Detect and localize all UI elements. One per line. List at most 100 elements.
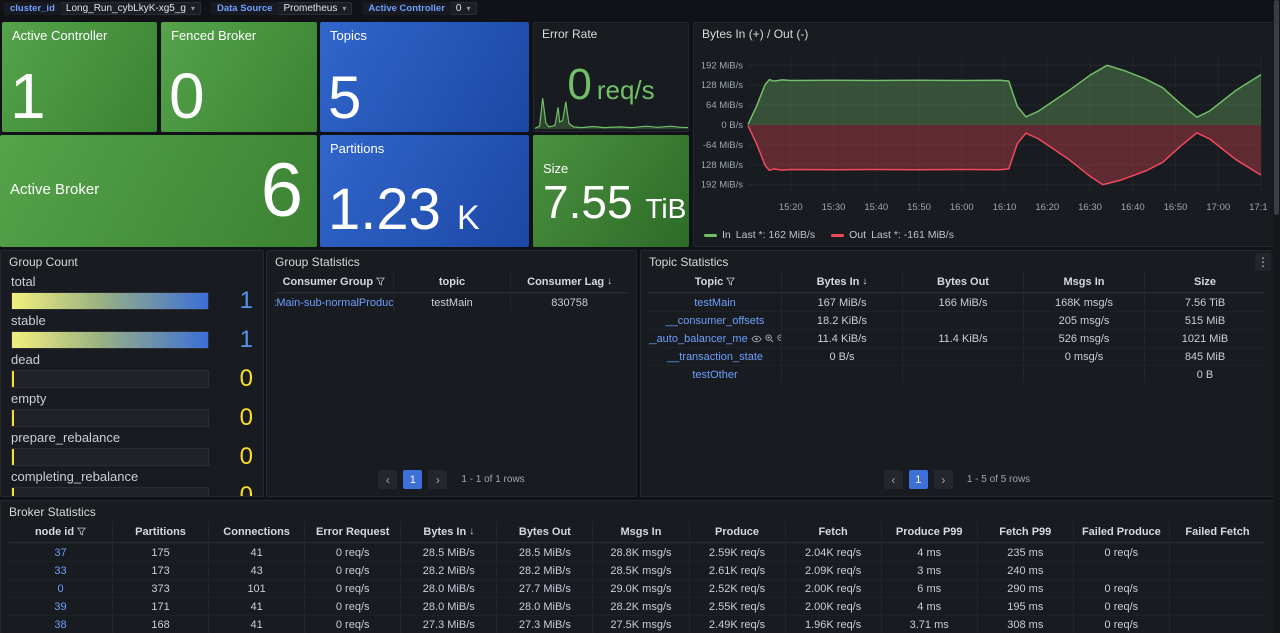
bar-gauge-label: completing_rebalance — [11, 469, 253, 484]
bar-gauge-item: empty0 — [11, 391, 253, 427]
node-id-cell — [1169, 543, 1265, 561]
node-id-cell: 2.00K req/s — [785, 597, 881, 615]
topic-column-header[interactable]: Bytes In↓ — [781, 271, 902, 293]
table-pagination: ‹ 1 › 1 - 5 of 5 rows — [641, 470, 1273, 489]
node-id-link[interactable]: 33 — [9, 561, 112, 579]
node-id-column-header[interactable]: Fetch P99 — [977, 521, 1073, 543]
bar-gauge-value: 1 — [209, 292, 253, 310]
node-id-cell: 27.5K msg/s — [592, 615, 688, 633]
node-id-link[interactable]: 38 — [9, 615, 112, 633]
topic-link[interactable]: testOther — [649, 365, 781, 383]
data-source-dropdown[interactable]: Prometheus ▾ — [278, 2, 352, 15]
topic-column-header[interactable]: Msgs In — [1023, 271, 1144, 293]
topic-link[interactable]: testMain — [649, 293, 781, 311]
node-id-column-header[interactable]: Msgs In — [592, 521, 688, 543]
topic-cell: 845 MiB — [1144, 347, 1265, 365]
bar-gauge-value: 0 — [209, 409, 253, 427]
consumer-group-cell: 830758 — [510, 293, 628, 311]
bar-gauge-fill — [12, 488, 14, 497]
pagination-info: 1 - 5 of 5 rows — [967, 474, 1030, 485]
topic-link[interactable]: __transaction_state — [649, 347, 781, 365]
node-id-column-header[interactable]: node id — [9, 521, 112, 543]
stat-title: Active Broker — [10, 181, 99, 198]
node-id-cell: 1.96K req/s — [785, 615, 881, 633]
consumer-group-column-header[interactable]: topic — [393, 271, 511, 293]
current-page-button[interactable]: 1 — [909, 470, 928, 489]
series-color-swatch — [831, 234, 844, 237]
topic-cell: 18.2 KiB/s — [781, 311, 902, 329]
prev-page-button[interactable]: ‹ — [378, 470, 397, 489]
next-page-button[interactable]: › — [934, 470, 953, 489]
bar-gauge-value: 1 — [209, 331, 253, 349]
node-id-link[interactable]: 39 — [9, 597, 112, 615]
node-id-cell: 171 — [112, 597, 208, 615]
panel-title: Group Statistics — [275, 255, 360, 269]
prev-page-button[interactable]: ‹ — [884, 470, 903, 489]
topic-column-header[interactable]: Topic — [649, 271, 781, 293]
page-scrollbar[interactable] — [1273, 0, 1280, 633]
stat-value: 1.23 K — [328, 181, 480, 239]
topic-column-header[interactable]: Bytes Out — [902, 271, 1023, 293]
timeseries-chart[interactable]: 15:2015:3015:4015:5016:0016:1016:2016:30… — [702, 45, 1267, 223]
topic-link[interactable]: __consumer_offsets — [649, 311, 781, 329]
node-id-cell — [1169, 597, 1265, 615]
node-id-column-header[interactable]: Produce — [689, 521, 785, 543]
current-page-button[interactable]: 1 — [403, 470, 422, 489]
legend-item-in[interactable]: In Last *: 162 MiB/s — [704, 229, 815, 241]
node-id-cell: 173 — [112, 561, 208, 579]
panel-fenced-broker: Fenced Broker 0 — [161, 22, 317, 132]
stat-value: 6 — [261, 153, 303, 229]
bar-gauge-item: stable 1 — [11, 313, 253, 349]
node-id-column-header[interactable]: Failed Produce — [1073, 521, 1169, 543]
node-id-column-header[interactable]: Failed Fetch — [1169, 521, 1265, 543]
node-id-link[interactable]: 0 — [9, 579, 112, 597]
topic-cell — [902, 311, 1023, 329]
panel-group-statistics: Group Statistics Consumer GrouptopicCons… — [266, 250, 637, 497]
node-id-cell: 0 req/s — [304, 579, 400, 597]
svg-text:15:20: 15:20 — [779, 202, 803, 213]
legend-item-out[interactable]: Out Last *: -161 MiB/s — [831, 229, 954, 241]
bar-gauge-track — [11, 370, 209, 388]
table-pagination: ‹1›1 - 1 of 1 rows — [267, 470, 636, 489]
node-id-cell: 2.59K req/s — [689, 543, 785, 561]
panel-bytes-in-out: Bytes In (+) / Out (-) 15:2015:3015:4015… — [693, 22, 1274, 247]
panel-menu-icon[interactable]: ⋮ — [1255, 253, 1271, 271]
node-id-cell: 28.2K msg/s — [592, 597, 688, 615]
node-id-column-header[interactable]: Fetch — [785, 521, 881, 543]
node-id-cell: 41 — [208, 615, 304, 633]
svg-text:16:30: 16:30 — [1078, 202, 1102, 213]
node-id-column-header[interactable]: Error Request — [304, 521, 400, 543]
stat-value: 0req/s — [534, 63, 688, 107]
node-id-cell: 175 — [112, 543, 208, 561]
cluster-id-dropdown[interactable]: Long_Run_cybLkyK-xg5_g ▾ — [61, 2, 201, 15]
bar-gauge-item: prepare_rebalance0 — [11, 430, 253, 466]
topic-column-header[interactable]: Size — [1144, 271, 1265, 293]
topic-cell — [902, 347, 1023, 365]
dashboard-variables-bar: cluster_id Long_Run_cybLkyK-xg5_g ▾ Data… — [0, 0, 1280, 17]
scrollbar-thumb[interactable] — [1274, 0, 1279, 215]
partitions-number: 1.23 — [328, 177, 441, 242]
node-id-cell: 28.8K msg/s — [592, 543, 688, 561]
topic-link[interactable]: __auto_balancer_me — [649, 329, 781, 347]
node-id-cell: 27.3 MiB/s — [400, 615, 496, 633]
svg-text:64 MiB/s: 64 MiB/s — [706, 100, 743, 111]
cell-hover-actions[interactable] — [751, 334, 781, 343]
topic-cell: 11.4 KiB/s — [781, 329, 902, 347]
node-id-cell: 2.09K req/s — [785, 561, 881, 579]
node-id-column-header[interactable]: Bytes In↓ — [400, 521, 496, 543]
node-id-column-header[interactable]: Bytes Out — [496, 521, 592, 543]
svg-text:16:40: 16:40 — [1121, 202, 1145, 213]
node-id-column-header[interactable]: Partitions — [112, 521, 208, 543]
node-id-column-header[interactable]: Produce P99 — [881, 521, 977, 543]
consumer-group-column-header[interactable]: Consumer Group — [275, 271, 393, 293]
node-id-cell — [1073, 561, 1169, 579]
node-id-column-header[interactable]: Connections — [208, 521, 304, 543]
consumer-group-link[interactable]: testMain-sub-normalProduce... — [275, 293, 393, 311]
node-id-link[interactable]: 37 — [9, 543, 112, 561]
topic-cell: 515 MiB — [1144, 311, 1265, 329]
stat-value: 5 — [328, 68, 361, 128]
bar-gauge-label: stable — [11, 313, 253, 328]
active-controller-dropdown[interactable]: 0 ▾ — [451, 2, 477, 15]
next-page-button[interactable]: › — [428, 470, 447, 489]
consumer-group-column-header[interactable]: Consumer Lag↓ — [510, 271, 628, 293]
